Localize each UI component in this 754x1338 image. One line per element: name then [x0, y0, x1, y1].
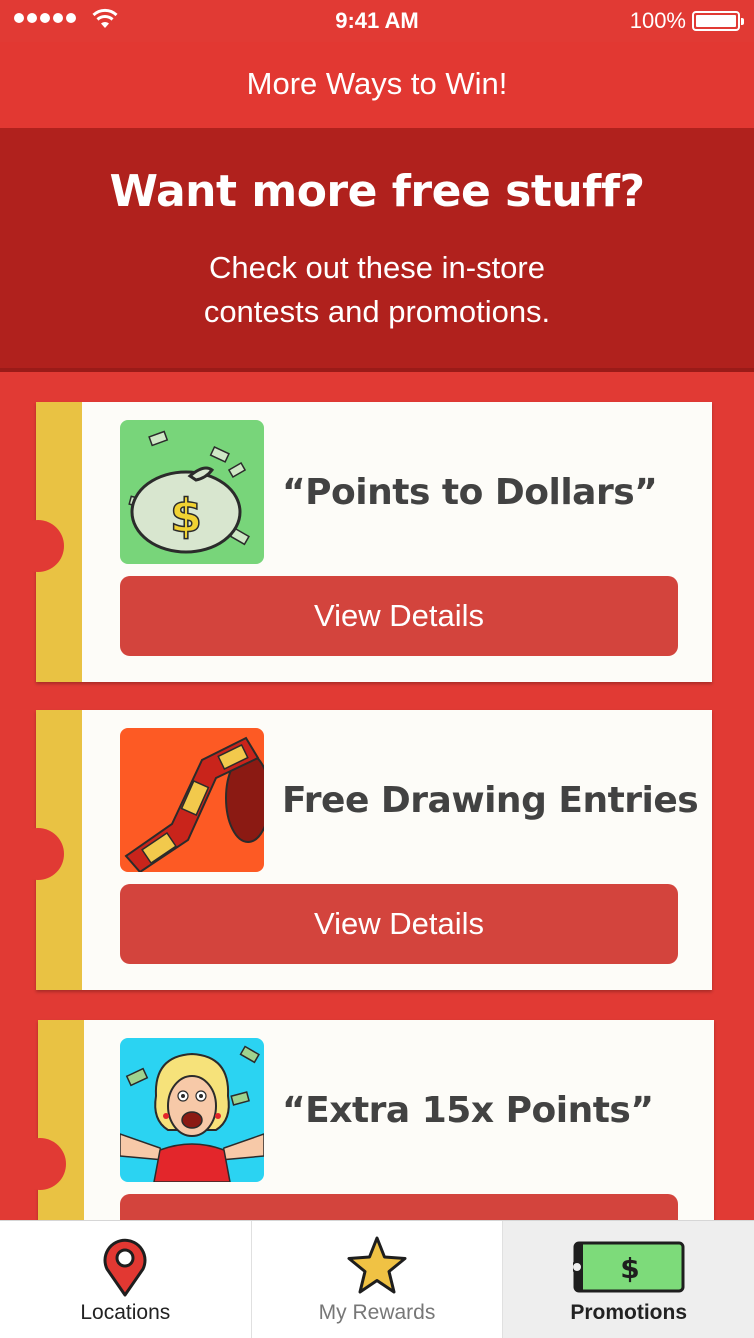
view-details-button[interactable]: View Details: [120, 884, 678, 964]
ticket-notch: [12, 828, 64, 880]
svg-text:$: $: [620, 1252, 639, 1285]
ticket-notch: [14, 1138, 66, 1190]
battery-percentage: 100%: [629, 8, 686, 33]
tab-label: Promotions: [570, 1301, 688, 1324]
star-icon: [347, 1236, 407, 1294]
excited-woman-icon: [120, 1038, 264, 1182]
promo-subline: Check out these in-store contests and pr…: [0, 246, 754, 334]
status-bar: 9:41 AM 100%: [0, 0, 754, 42]
promo-headline: Want more free stuff?: [109, 166, 645, 217]
ticket-roll-icon: [120, 728, 264, 872]
dollar-ticket-icon: $: [572, 1241, 685, 1293]
promotion-title: Free Drawing Entries: [282, 780, 699, 821]
tab-label: My Rewards: [318, 1301, 436, 1324]
tab-bar: Locations My Rewards $ Promotions: [0, 1220, 754, 1338]
tab-promotions[interactable]: $ Promotions: [503, 1221, 754, 1338]
promotion-card: $ “Points to Dollars” View Details: [12, 402, 712, 682]
svg-text:$: $: [170, 489, 202, 543]
map-pin-icon: [103, 1238, 147, 1297]
ticket-notch: [12, 520, 64, 572]
view-details-button[interactable]: View Details: [120, 576, 678, 656]
tab-locations[interactable]: Locations: [0, 1221, 252, 1338]
battery-icon: [692, 11, 744, 31]
promotion-card: Free Drawing Entries View Details: [12, 710, 712, 990]
money-bag-icon: $: [120, 420, 264, 564]
promotion-title: “Points to Dollars”: [282, 472, 658, 513]
promotion-title: “Extra 15x Points”: [282, 1090, 654, 1131]
promo-header: Want more free stuff? Check out these in…: [0, 128, 754, 372]
app-screen: 9:41 AM 100% More Ways to Win! Want more…: [0, 0, 754, 1338]
promo-subline-line-1: Check out these in-store: [208, 250, 545, 285]
navigation-bar: More Ways to Win!: [0, 42, 754, 128]
promo-subline-line-2: contests and promotions.: [203, 294, 551, 329]
tab-my-rewards[interactable]: My Rewards: [252, 1221, 504, 1338]
page-title: More Ways to Win!: [246, 66, 508, 101]
tab-label: Locations: [80, 1301, 171, 1324]
